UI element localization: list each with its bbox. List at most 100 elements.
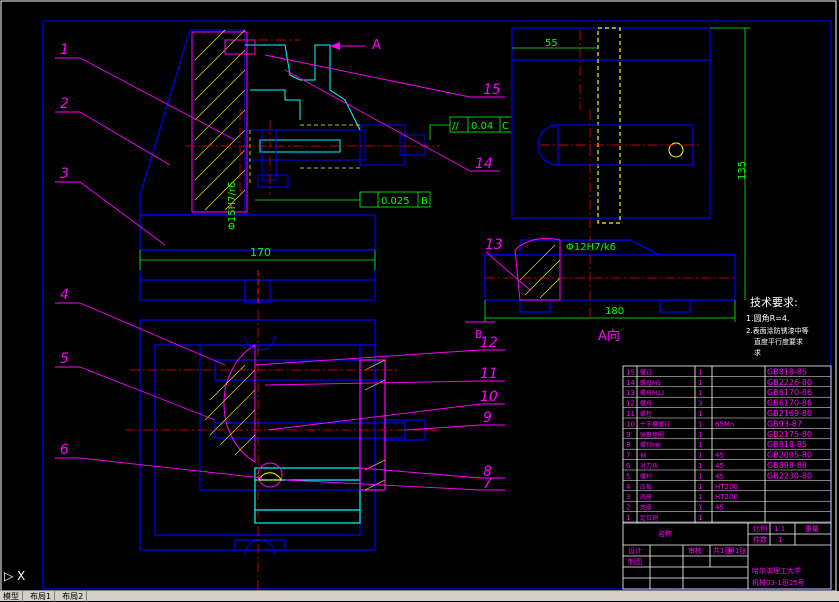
tab-layout1[interactable]: 布局1 bbox=[27, 590, 56, 602]
bom-cell-mat: 45 bbox=[715, 472, 724, 480]
bom-cell-name: 螺杆 bbox=[640, 472, 652, 480]
bom-cell-name: 支座 bbox=[640, 504, 652, 512]
bom-cell-name: 螺母 bbox=[640, 400, 652, 408]
bom-cell-qty: 1 bbox=[698, 431, 702, 439]
balloon-11: 11 bbox=[480, 366, 498, 382]
side-hatch-lines bbox=[519, 244, 561, 299]
bom-cell-mat: HT200 bbox=[715, 493, 738, 501]
clamp-segment bbox=[223, 344, 256, 463]
sheet-border bbox=[0, 0, 837, 592]
tol-par-symbol: // bbox=[452, 121, 459, 132]
balloon-15: 15 bbox=[483, 82, 501, 98]
bom-cell-no: 7 bbox=[626, 452, 630, 460]
bom-cell-name: 螺钉M6 bbox=[640, 441, 661, 449]
tech-req-line1: 1.圆角R=4. bbox=[746, 313, 790, 323]
balloon-labels: 1 2 3 4 5 6 7 8 9 10 11 12 13 14 15 bbox=[60, 42, 503, 492]
balloon-1: 1 bbox=[60, 42, 69, 58]
bom-cell-no: 6 bbox=[626, 462, 631, 470]
tech-req-line3: 直度平行度要求 bbox=[754, 337, 803, 346]
balloon-4: 4 bbox=[60, 287, 69, 303]
bom-cell-name: 螺母M5 bbox=[640, 379, 661, 387]
bom-cell-no: 10 bbox=[626, 420, 635, 428]
bom-cell-no: 11 bbox=[626, 410, 635, 418]
pin-hatch bbox=[258, 472, 282, 481]
side-hatch-part bbox=[514, 237, 561, 301]
bom-cell-no: 14 bbox=[626, 379, 635, 387]
bom-cell-std: GB2169-80 bbox=[767, 409, 812, 418]
view-arrow-head bbox=[330, 42, 340, 50]
page-label: 第1张 bbox=[728, 546, 746, 555]
balloon-3: 3 bbox=[60, 166, 69, 182]
balloon-13: 13 bbox=[485, 237, 503, 253]
bom-cell-mat: 45 bbox=[715, 504, 724, 512]
balloon-2: 2 bbox=[60, 96, 69, 112]
tol-par-datum: C bbox=[502, 121, 509, 132]
bom-cell-qty: 3 bbox=[698, 400, 702, 408]
bom-cell-no: 4 bbox=[626, 483, 631, 491]
bom-cell-mat: 65Mn bbox=[715, 420, 734, 428]
balloon-14: 14 bbox=[475, 156, 493, 172]
bom-cell-name: 销 bbox=[640, 452, 646, 460]
bom-cell-no: 2 bbox=[626, 504, 630, 512]
bom-cell-qty: 1 bbox=[698, 462, 702, 470]
clamp-hatch bbox=[204, 364, 256, 456]
tab-layout2[interactable]: 布局2 bbox=[59, 590, 88, 602]
ratio-label: 比例 bbox=[753, 524, 767, 533]
tol-flat-datum: B bbox=[421, 196, 428, 207]
tab-model[interactable]: 模型 bbox=[0, 590, 23, 602]
drawing-frame bbox=[42, 20, 832, 590]
bom-cell-std: GB818-85 bbox=[767, 440, 807, 449]
cad-drawing-canvas[interactable]: 170 Φ15H7/r6 0.025 B // 0.04 C A 55 135 … bbox=[0, 0, 839, 601]
bom-cell-qty: 1 bbox=[698, 441, 702, 449]
tol-flat-value: 0.025 bbox=[381, 196, 410, 207]
bom-cell-name: 定位销 bbox=[640, 514, 658, 522]
bom-cell-name: 螺母M12 bbox=[640, 389, 665, 397]
bom-cell-qty: 1 bbox=[698, 493, 702, 501]
bom-cell-no: 8 bbox=[626, 441, 630, 449]
count-value: 1 bbox=[778, 536, 782, 544]
balloon-10: 10 bbox=[480, 389, 498, 405]
view-label-top: A bbox=[372, 38, 381, 53]
dim-55-label: 55 bbox=[545, 38, 558, 49]
bom-cell-name: 底座 bbox=[640, 493, 652, 501]
bom-cell-std: GB2175-80 bbox=[767, 430, 812, 439]
bom-cell-mat: 45 bbox=[715, 452, 724, 460]
bom-cell-qty: 1 bbox=[698, 368, 702, 376]
bom-cell-std: GB93-87 bbox=[767, 419, 802, 428]
bom-cell-name: 压板 bbox=[640, 483, 652, 491]
bom-cell-qty: 1 bbox=[698, 410, 702, 418]
balloon-5: 5 bbox=[60, 351, 69, 367]
front-view bbox=[139, 29, 440, 216]
bom-cell-std: GB2095-80 bbox=[767, 451, 812, 460]
bom-cell-qty: 1 bbox=[698, 504, 702, 512]
side-view bbox=[484, 27, 736, 313]
weight-label: 重量 bbox=[805, 525, 819, 533]
pin-circle bbox=[257, 462, 283, 488]
check-label: 审核 bbox=[688, 546, 702, 555]
fit-left-label: Φ15H7/r6 bbox=[227, 182, 238, 230]
balloon-12: 12 bbox=[480, 335, 498, 351]
side-centerlines bbox=[485, 30, 735, 320]
tol-par-value: 0.04 bbox=[471, 121, 493, 132]
bom-cell-no: 9 bbox=[626, 431, 630, 439]
bom-cell-no: 12 bbox=[626, 400, 635, 408]
bom-cell-qty: 1 bbox=[698, 379, 702, 387]
bom-cell-name: 螺栓 bbox=[640, 410, 652, 418]
bom-cell-std: GB2226-80 bbox=[767, 378, 812, 387]
bom-cell-name: 十字槽螺钉 bbox=[640, 420, 670, 428]
bom-cell-qty: 1 bbox=[698, 483, 702, 491]
bom-cell-no: 1 bbox=[626, 514, 630, 522]
tech-req-title: 技术要求: bbox=[750, 296, 798, 309]
count-label: 件数 bbox=[753, 535, 767, 544]
bom-cell-name: 螺钉 bbox=[640, 368, 652, 376]
bom-cell-mat: HT200 bbox=[715, 483, 738, 491]
plan-view bbox=[139, 319, 426, 551]
ratio-value: 1:1 bbox=[774, 525, 785, 533]
view-label-side: A向 bbox=[598, 328, 620, 344]
bom-cell-no: 3 bbox=[626, 493, 630, 501]
top-arc bbox=[244, 334, 276, 351]
dim-170-label: 170 bbox=[250, 246, 271, 259]
bom-cell-std: GB818-85 bbox=[767, 367, 807, 376]
bom-cell-std: GB2230-80 bbox=[767, 471, 812, 480]
fit-right-label: Φ12H7/k6 bbox=[566, 242, 616, 253]
